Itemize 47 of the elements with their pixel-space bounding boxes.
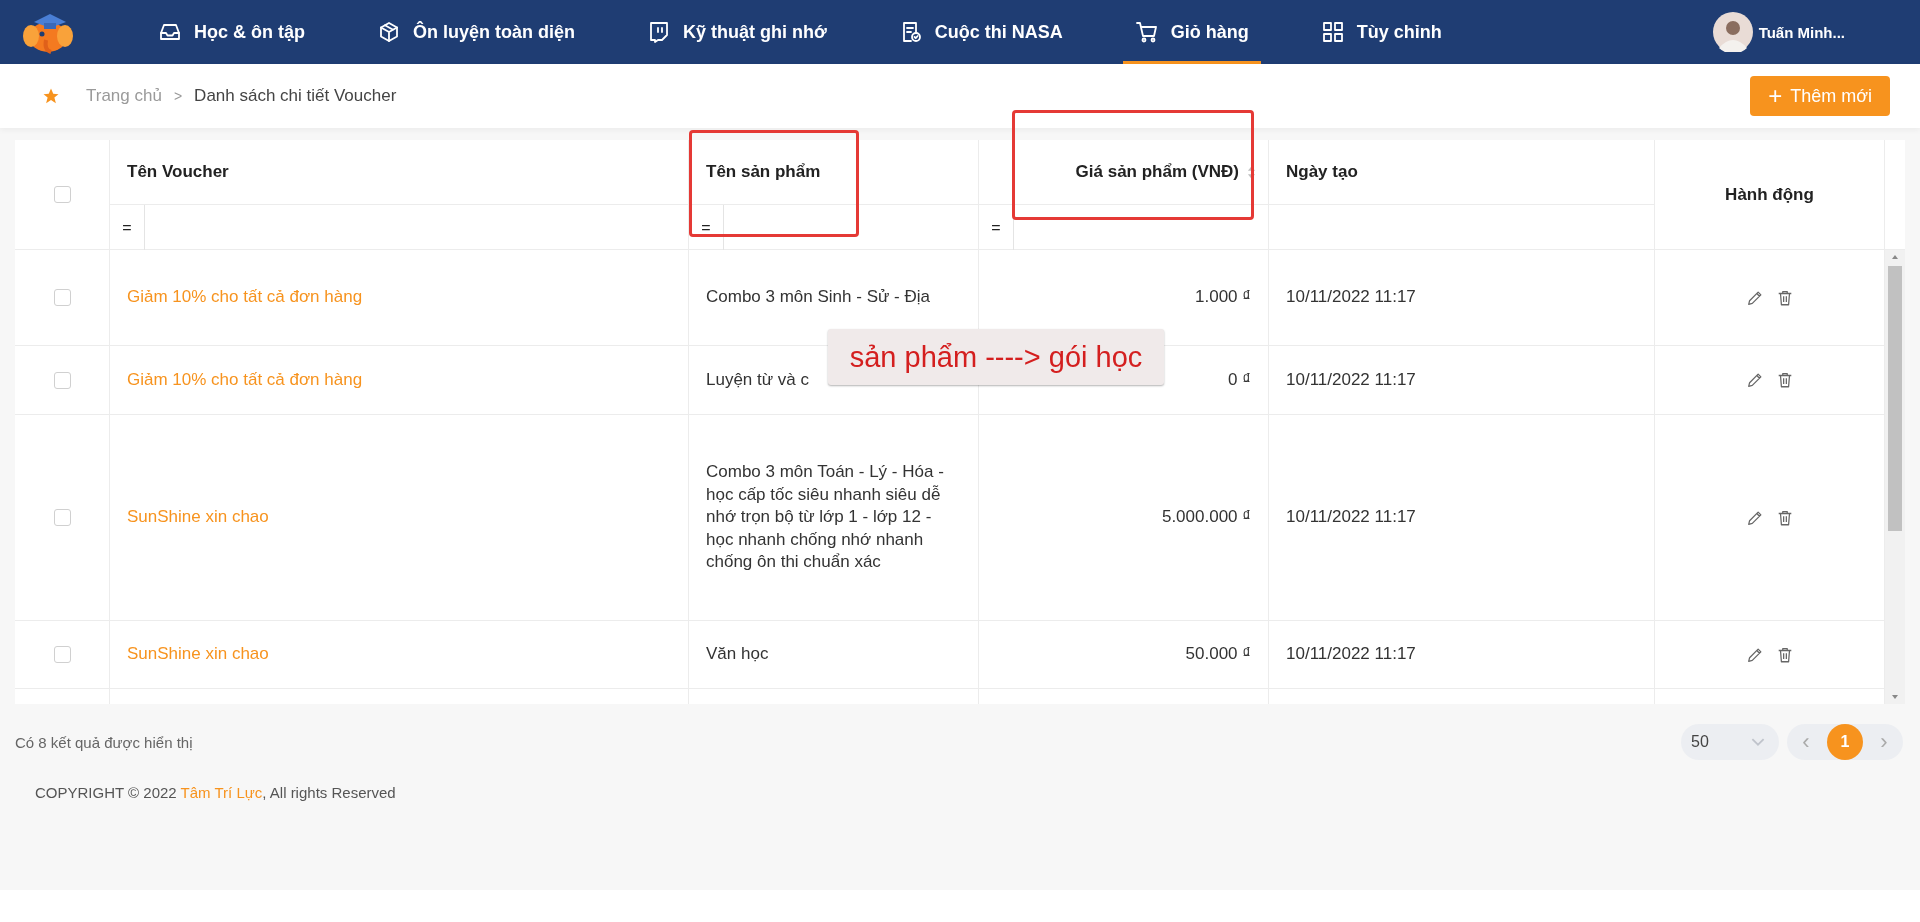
chevron-down-icon: [1751, 737, 1765, 747]
filter-operator[interactable]: =: [979, 205, 1014, 250]
table-cell: 50.000 ₫: [1185, 643, 1251, 666]
annotation-note: sản phẩm ----> gói học: [828, 329, 1164, 385]
table-cell: 1.000 ₫: [1195, 286, 1251, 309]
table-cell-text: 0 ₫: [1228, 368, 1251, 391]
row-checkbox[interactable]: [53, 646, 71, 663]
column-header: Ngày tạo: [1286, 162, 1358, 182]
row-checkbox[interactable]: [53, 509, 71, 526]
column-header: Tên sản phẩm: [706, 162, 821, 182]
cube-icon: [377, 20, 401, 44]
cart-icon: [1134, 20, 1159, 44]
filter-operator[interactable]: =: [689, 205, 724, 250]
nav-tab[interactable]: Tùy chỉnh: [1308, 0, 1454, 64]
avatar-icon[interactable]: [1712, 12, 1753, 52]
filter-operator[interactable]: =: [110, 205, 145, 250]
table-cell: 10/11/2022 11:17: [1286, 506, 1416, 529]
table-cell: 10/11/2022 11:17: [1286, 286, 1416, 309]
column-header: Tên Voucher: [127, 162, 229, 182]
table-cell: 10/11/2022 11:17: [1286, 643, 1416, 666]
table-cell: 5.000.000 ₫: [1161, 506, 1251, 529]
star-icon: [42, 87, 60, 105]
table-cell: Combo 3 môn Sinh - Sử - Địa: [706, 286, 930, 309]
table-cell-text: 10/11/2022 11:17: [1286, 368, 1416, 391]
scrollbar[interactable]: [1885, 250, 1905, 704]
nav-tab[interactable]: Cuộc thi NASA: [886, 0, 1075, 64]
column-header[interactable]: Giá sản phẩm (VNĐ): [1075, 162, 1239, 182]
copyright-text: COPYRIGHT © 2022 Tâm Trí Lực, All rights Reserved: [35, 784, 397, 801]
row-checkbox[interactable]: [53, 371, 71, 389]
sort-icon[interactable]: [1247, 164, 1256, 180]
page-size-dropdown[interactable]: 50: [1681, 724, 1779, 760]
table-cell-text: Luyện từ và c: [706, 368, 810, 391]
row-checkbox[interactable]: [53, 289, 71, 306]
chat-icon: [647, 20, 671, 44]
nav-tab[interactable]: Kỹ thuật ghi nhớ: [635, 0, 839, 64]
table-cell-text: Combo 3 môn Toán - Lý - Hóa - học cấp tốc siêu nhanh siêu dễ nhớ trọn bộ từ lớp 1 - lớp 12 - học nhanh chống nhớ nhanh chống ôn thi chuẩn xác: [706, 461, 945, 574]
edit-icon[interactable]: [1745, 371, 1764, 389]
column-header: Hành động: [1725, 184, 1814, 205]
nav-tab[interactable]: Học & ôn tập: [146, 0, 317, 64]
result-count: Có 8 kết quả được hiển thị: [15, 733, 193, 751]
breadcrumb-separator: >: [173, 88, 183, 104]
table-cell: Văn học: [706, 643, 769, 666]
grid-icon: [1320, 20, 1345, 44]
select-all-checkbox[interactable]: [53, 186, 71, 203]
user-name[interactable]: Tuấn Minh...: [1758, 23, 1845, 41]
breadcrumb-item: Danh sách chi tiết Voucher: [194, 86, 397, 106]
nav-tab[interactable]: Ôn luyện toàn diện: [365, 0, 587, 64]
